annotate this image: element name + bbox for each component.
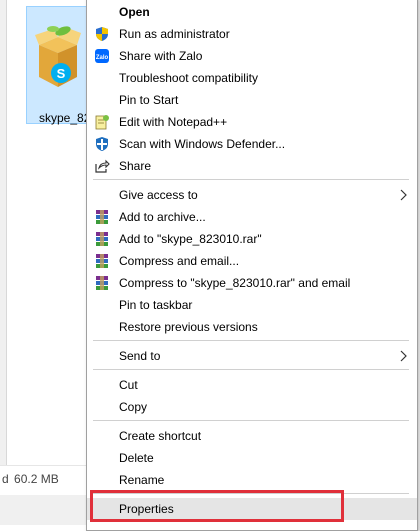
menu-item-delete[interactable]: Delete bbox=[87, 447, 417, 469]
menu-item-label: Add to archive... bbox=[119, 210, 206, 224]
menu-item-label: Troubleshoot compatibility bbox=[119, 71, 258, 85]
menu-item-pin-to-taskbar[interactable]: Pin to taskbar bbox=[87, 294, 417, 316]
menu-item-cut[interactable]: Cut bbox=[87, 374, 417, 396]
menu-item-restore-previous-versions[interactable]: Restore previous versions bbox=[87, 316, 417, 338]
menu-item-label: Create shortcut bbox=[119, 429, 202, 443]
context-menu: Open Run as administrator Zalo Share wit… bbox=[86, 0, 418, 531]
zalo-icon: Zalo bbox=[95, 49, 109, 63]
notepadpp-icon bbox=[95, 115, 109, 130]
menu-item-label: Copy bbox=[119, 400, 148, 414]
menu-item-label: Compress to "skype_823010.rar" and email bbox=[119, 276, 351, 290]
menu-item-open[interactable]: Open bbox=[87, 1, 417, 23]
menu-item-label: Edit with Notepad++ bbox=[119, 115, 228, 129]
menu-item-label: Rename bbox=[119, 473, 165, 487]
winrar-icon bbox=[96, 254, 108, 268]
menu-item-compress-and-email[interactable]: Compress and email... bbox=[87, 250, 417, 272]
menu-item-compress-to-rar-and-email[interactable]: Compress to "skype_823010.rar" and email bbox=[87, 272, 417, 294]
menu-item-label: Send to bbox=[119, 349, 161, 363]
status-size: 60.2 MB bbox=[14, 472, 59, 486]
defender-icon bbox=[96, 137, 108, 151]
menu-item-run-as-admin[interactable]: Run as administrator bbox=[87, 23, 417, 45]
menu-item-label: Share with Zalo bbox=[119, 49, 203, 63]
menu-item-label: Cut bbox=[119, 378, 138, 392]
menu-item-label: Add to "skype_823010.rar" bbox=[119, 232, 262, 246]
chevron-right-icon bbox=[400, 189, 407, 201]
menu-item-troubleshoot[interactable]: Troubleshoot compatibility bbox=[87, 67, 417, 89]
menu-separator bbox=[93, 340, 409, 341]
menu-item-share-with-zalo[interactable]: Zalo Share with Zalo bbox=[87, 45, 417, 67]
menu-item-scan-defender[interactable]: Scan with Windows Defender... bbox=[87, 133, 417, 155]
menu-item-label: Scan with Windows Defender... bbox=[119, 137, 286, 151]
winrar-icon bbox=[96, 210, 108, 224]
menu-item-add-to-rar[interactable]: Add to "skype_823010.rar" bbox=[87, 228, 417, 250]
menu-item-share[interactable]: Share bbox=[87, 155, 417, 177]
menu-item-give-access-to[interactable]: Give access to bbox=[87, 184, 417, 206]
taskbar-edge bbox=[0, 495, 90, 525]
status-bar: d 60.2 MB bbox=[0, 465, 86, 494]
svg-text:S: S bbox=[57, 66, 66, 81]
navigation-pane-edge bbox=[0, 0, 7, 465]
menu-item-edit-notepadpp[interactable]: Edit with Notepad++ bbox=[87, 111, 417, 133]
skype-installer-icon: S bbox=[35, 26, 81, 87]
menu-item-pin-to-start[interactable]: Pin to Start bbox=[87, 89, 417, 111]
menu-item-rename[interactable]: Rename bbox=[87, 469, 417, 491]
menu-item-label: Run as administrator bbox=[119, 27, 230, 41]
highlight-annotation-box bbox=[90, 490, 344, 522]
menu-item-send-to[interactable]: Send to bbox=[87, 345, 417, 367]
menu-item-add-to-archive[interactable]: Add to archive... bbox=[87, 206, 417, 228]
menu-separator bbox=[93, 179, 409, 180]
share-icon bbox=[95, 159, 110, 173]
menu-item-label: Compress and email... bbox=[119, 254, 240, 268]
menu-item-label: Restore previous versions bbox=[119, 320, 258, 334]
selected-file-item[interactable]: S skype_82 bbox=[26, 6, 90, 125]
menu-item-label: Pin to taskbar bbox=[119, 298, 193, 312]
chevron-right-icon bbox=[400, 350, 407, 362]
menu-item-label: Share bbox=[119, 159, 152, 173]
menu-item-copy[interactable]: Copy bbox=[87, 396, 417, 418]
svg-text:Zalo: Zalo bbox=[96, 55, 109, 61]
uac-shield-icon bbox=[96, 27, 108, 41]
menu-item-label: Delete bbox=[119, 451, 154, 465]
menu-item-label: Give access to bbox=[119, 188, 198, 202]
menu-separator bbox=[93, 420, 409, 421]
menu-item-label: Pin to Start bbox=[119, 93, 179, 107]
menu-item-label: Open bbox=[119, 5, 150, 19]
status-prefix: d bbox=[2, 472, 9, 486]
winrar-icon bbox=[96, 276, 108, 290]
menu-item-create-shortcut[interactable]: Create shortcut bbox=[87, 425, 417, 447]
menu-separator bbox=[93, 369, 409, 370]
winrar-icon bbox=[96, 232, 108, 246]
